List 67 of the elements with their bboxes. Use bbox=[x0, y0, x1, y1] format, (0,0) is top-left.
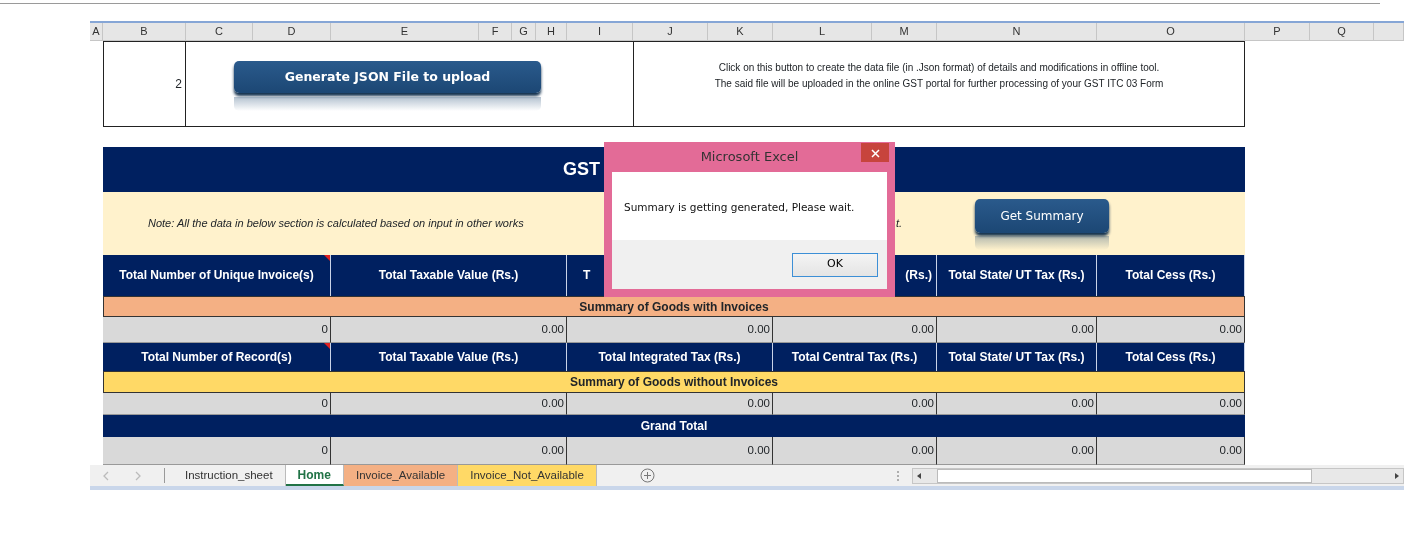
sheet-tab[interactable]: Invoice_Available bbox=[343, 465, 459, 486]
section-heading: Summary of Goods without Invoices bbox=[103, 371, 1245, 393]
column-header[interactable]: A bbox=[90, 23, 103, 41]
column-header[interactable]: H bbox=[536, 23, 567, 41]
sheet-tab[interactable]: Invoice_Not_Available bbox=[458, 465, 597, 486]
value-cell: 0.00 bbox=[331, 393, 567, 415]
horizontal-scrollbar[interactable] bbox=[912, 467, 1404, 484]
close-icon bbox=[870, 148, 880, 158]
column-header[interactable]: N bbox=[937, 23, 1097, 41]
column-heading: Total Number of Record(s) bbox=[103, 343, 331, 371]
column-header[interactable]: K bbox=[708, 23, 773, 41]
step-number: 2 bbox=[103, 41, 186, 127]
column-heading: Total Taxable Value (Rs.) bbox=[331, 255, 567, 296]
value-cell: 0.00 bbox=[1097, 437, 1245, 465]
value-cell: 0.00 bbox=[937, 437, 1097, 465]
value-cell: 0 bbox=[103, 317, 331, 343]
value-cell: 0.00 bbox=[567, 393, 773, 415]
add-sheet-icon[interactable] bbox=[639, 468, 655, 483]
value-cell: 0.00 bbox=[773, 393, 937, 415]
column-heading: Total Cess (Rs.) bbox=[1097, 255, 1245, 296]
column-heading: Total Cess (Rs.) bbox=[1097, 343, 1245, 371]
column-heading: Total Taxable Value (Rs.) bbox=[331, 343, 567, 371]
description-text: Click on this button to create the data file (in .Json format) of details and modifications in offline tool. bbox=[718, 61, 1160, 75]
value-cell: 0.00 bbox=[331, 437, 567, 465]
value-cell: 0.00 bbox=[1097, 393, 1245, 415]
value-cell: 0.00 bbox=[937, 317, 1097, 343]
column-header[interactable]: B bbox=[103, 23, 186, 41]
column-header[interactable]: Q bbox=[1310, 23, 1374, 41]
column-header[interactable]: C bbox=[186, 23, 253, 41]
dialog-message: Summary is getting generated, Please wait. bbox=[623, 200, 856, 215]
column-heading: Total Number of Unique Invoice(s) bbox=[103, 255, 331, 296]
column-heading: Total Integrated Tax (Rs.) bbox=[567, 343, 773, 371]
value-cell: 0.00 bbox=[331, 317, 567, 343]
value-cell: 0.00 bbox=[773, 317, 937, 343]
value-cell: 0.00 bbox=[773, 437, 937, 465]
column-header[interactable]: F bbox=[479, 23, 512, 41]
value-cell: 0.00 bbox=[1097, 317, 1245, 343]
column-heading: Total Central Tax (Rs.) bbox=[773, 343, 937, 371]
column-heading: Total State/ UT Tax (Rs.) bbox=[937, 255, 1097, 296]
column-header[interactable]: G bbox=[512, 23, 536, 41]
split-handle-icon[interactable] bbox=[896, 469, 900, 482]
section-heading: Summary of Goods with Invoices bbox=[103, 296, 1245, 317]
column-header[interactable] bbox=[1374, 23, 1404, 41]
column-heading: Total State/ UT Tax (Rs.) bbox=[937, 343, 1097, 371]
value-cell: 0.00 bbox=[937, 393, 1097, 415]
value-cell: 0.00 bbox=[567, 437, 773, 465]
column-header[interactable]: P bbox=[1245, 23, 1310, 41]
column-header[interactable]: L bbox=[773, 23, 872, 41]
dialog-title: Microsoft Excel bbox=[700, 148, 799, 167]
column-header[interactable]: O bbox=[1097, 23, 1245, 41]
value-cell: 0 bbox=[103, 437, 331, 465]
description-text: The said file will be uploaded in the online GST portal for further processing of your GST ITC 03 Form bbox=[714, 77, 1164, 91]
column-header[interactable]: I bbox=[567, 23, 633, 41]
value-cell: 0.00 bbox=[567, 317, 773, 343]
get-summary-button[interactable]: Get Summary bbox=[975, 199, 1109, 233]
close-button[interactable] bbox=[861, 143, 889, 162]
summary-title: GST bbox=[562, 158, 601, 181]
ok-button[interactable]: OK bbox=[792, 252, 878, 277]
sheet-tab[interactable]: Home bbox=[285, 465, 344, 486]
generate-json-button[interactable]: Generate JSON File to upload bbox=[234, 61, 541, 93]
value-cell: 0 bbox=[103, 393, 331, 415]
grand-total-heading: Grand Total bbox=[103, 415, 1245, 437]
column-header[interactable]: M bbox=[872, 23, 937, 41]
note-text: t. bbox=[896, 216, 903, 232]
column-header[interactable]: E bbox=[331, 23, 479, 41]
column-header[interactable]: J bbox=[633, 23, 708, 41]
column-header[interactable]: D bbox=[253, 23, 331, 41]
